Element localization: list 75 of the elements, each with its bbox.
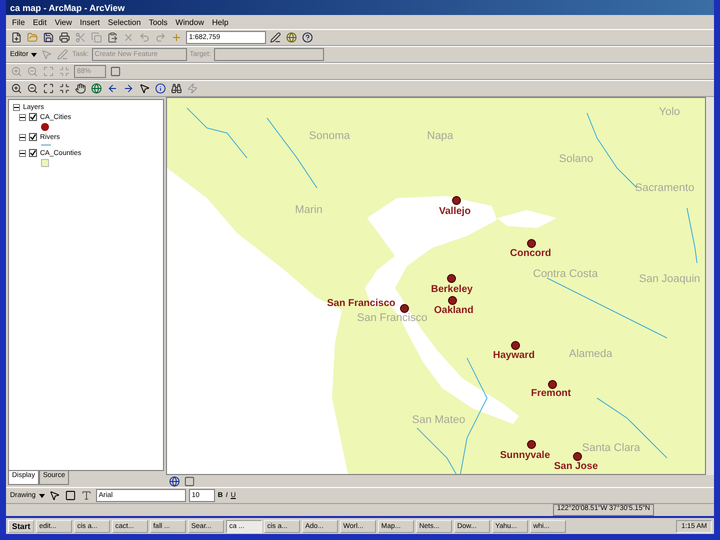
full-extent-icon[interactable]	[90, 82, 103, 95]
city-label: Berkeley	[431, 284, 473, 295]
menu-item[interactable]: View	[54, 18, 72, 26]
county-label: Sonoma	[309, 130, 350, 142]
county-label: Napa	[427, 130, 454, 142]
menu-item[interactable]: Edit	[32, 18, 47, 26]
city-label: Concord	[510, 248, 552, 259]
text-icon[interactable]	[80, 489, 93, 502]
polygon-symbol-icon	[41, 159, 49, 167]
city-label: Vallejo	[439, 206, 471, 217]
printer-icon[interactable]	[58, 31, 71, 44]
collapse-toggle[interactable]	[19, 134, 26, 140]
layer-checkbox[interactable]	[29, 149, 37, 157]
caret-icon	[38, 494, 45, 498]
county-label: Sacramento	[635, 182, 694, 194]
county-label: Contra Costa	[533, 268, 598, 280]
identify-icon[interactable]	[154, 82, 167, 95]
county-label: Alameda	[569, 348, 612, 360]
city-label: San Jose	[554, 461, 598, 472]
city-label: Fremont	[531, 388, 571, 399]
layer-checkbox[interactable]	[29, 133, 37, 141]
city-label: Oakland	[434, 305, 474, 316]
menu-item[interactable]: Selection	[108, 18, 141, 26]
point-symbol-icon	[41, 123, 49, 131]
back-icon[interactable]	[106, 82, 119, 95]
menu-item[interactable]: Help	[212, 18, 228, 26]
menu-item[interactable]: File	[12, 18, 25, 26]
city-label: Sunnyvale	[500, 450, 550, 461]
city-label: Hayward	[493, 350, 535, 361]
fixed-zoom-in-icon[interactable]	[42, 82, 55, 95]
city-marker	[548, 380, 557, 389]
pan-icon[interactable]	[74, 82, 87, 95]
collapse-toggle[interactable]	[19, 114, 26, 120]
vertical-scrollbar[interactable]	[706, 97, 714, 476]
rectangle-icon[interactable]	[64, 489, 77, 502]
start-button[interactable]: Start	[8, 520, 34, 533]
county-label: Marin	[295, 204, 323, 216]
layout-view-icon[interactable]	[183, 474, 196, 488]
caret-icon	[31, 52, 38, 56]
city-marker	[511, 341, 520, 350]
forward-icon[interactable]	[122, 82, 135, 95]
city-marker	[527, 239, 536, 248]
window-title: ca map - ArcMap - ArcView	[6, 0, 714, 15]
line-symbol-icon	[41, 143, 51, 147]
city-marker	[448, 296, 457, 305]
collapse-toggle[interactable]	[19, 150, 26, 156]
pointer-icon[interactable]	[48, 489, 61, 502]
editor-icon[interactable]	[269, 31, 282, 44]
zoom-out-icon[interactable]	[26, 82, 39, 95]
fixed-zoom-out-icon[interactable]	[58, 82, 71, 95]
city-marker	[527, 440, 536, 449]
menu-item[interactable]: Tools	[148, 18, 168, 26]
city-marker	[573, 452, 582, 461]
help-icon[interactable]	[301, 31, 314, 44]
select-icon[interactable]	[138, 82, 151, 95]
globe-icon[interactable]	[285, 31, 298, 44]
find-icon[interactable]	[170, 82, 183, 95]
county-label: Santa Clara	[582, 442, 640, 454]
county-label: San Mateo	[412, 414, 466, 426]
collapse-toggle[interactable]	[13, 104, 20, 111]
county-label: San Joaquin	[639, 273, 700, 285]
menu-item[interactable]: Window	[176, 18, 204, 26]
layout-icon[interactable]	[109, 65, 122, 78]
menu-item[interactable]: Insert	[80, 18, 100, 26]
city-marker	[452, 196, 461, 205]
county-label: Solano	[559, 153, 594, 165]
zoom-in-icon[interactable]	[10, 82, 23, 95]
paste-icon[interactable]	[106, 31, 119, 44]
data-view-icon[interactable]	[168, 474, 181, 488]
county-label: Yolo	[659, 106, 680, 118]
city-label: San Francisco	[327, 298, 396, 309]
layer-checkbox[interactable]	[29, 113, 37, 121]
city-marker	[447, 274, 456, 283]
new-file-icon[interactable]	[10, 31, 23, 44]
save-icon[interactable]	[42, 31, 55, 44]
